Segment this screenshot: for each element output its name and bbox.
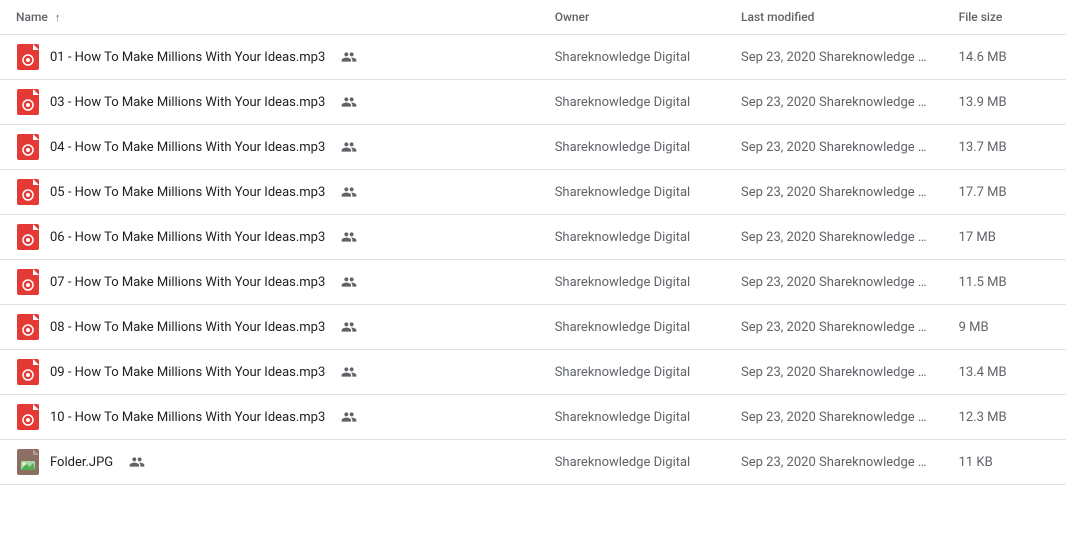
mp3-file-icon — [16, 225, 40, 249]
owner-cell: Shareknowledge Digital — [539, 305, 725, 350]
owner-column-label: Owner — [555, 10, 590, 24]
file-name-text: 06 - How To Make Millions With Your Idea… — [50, 230, 325, 245]
shared-icon — [341, 184, 357, 200]
file-name-text: Folder.JPG — [50, 455, 113, 470]
owner-cell: Shareknowledge Digital — [539, 260, 725, 305]
name-cell: 08 - How To Make Millions With Your Idea… — [0, 305, 539, 350]
table-header-row: Name ↑ Owner Last modified File size — [0, 0, 1066, 35]
name-cell: 06 - How To Make Millions With Your Idea… — [0, 215, 539, 260]
name-column-label: Name — [16, 10, 48, 24]
file-name-text: 09 - How To Make Millions With Your Idea… — [50, 365, 325, 380]
modified-cell: Sep 23, 2020 Shareknowledge … — [725, 395, 943, 440]
file-name-text: 07 - How To Make Millions With Your Idea… — [50, 275, 325, 290]
name-cell: 04 - How To Make Millions With Your Idea… — [0, 125, 539, 170]
name-cell: 10 - How To Make Millions With Your Idea… — [0, 395, 539, 440]
modified-cell: Sep 23, 2020 Shareknowledge … — [725, 80, 943, 125]
size-cell: 11 KB — [943, 440, 1066, 485]
size-cell: 9 MB — [943, 305, 1066, 350]
modified-cell: Sep 23, 2020 Shareknowledge … — [725, 440, 943, 485]
table-row[interactable]: 08 - How To Make Millions With Your Idea… — [0, 305, 1066, 350]
name-cell: 09 - How To Make Millions With Your Idea… — [0, 350, 539, 395]
file-table-body: 01 - How To Make Millions With Your Idea… — [0, 35, 1066, 485]
table-row[interactable]: 01 - How To Make Millions With Your Idea… — [0, 35, 1066, 80]
name-cell: 07 - How To Make Millions With Your Idea… — [0, 260, 539, 305]
shared-icon — [341, 274, 357, 290]
table-row[interactable]: Folder.JPG Shareknowledge DigitalSep 23, … — [0, 440, 1066, 485]
name-column-header[interactable]: Name ↑ — [0, 0, 539, 35]
name-cell: 03 - How To Make Millions With Your Idea… — [0, 80, 539, 125]
modified-column-header[interactable]: Last modified — [725, 0, 943, 35]
table-row[interactable]: 10 - How To Make Millions With Your Idea… — [0, 395, 1066, 440]
size-cell: 17 MB — [943, 215, 1066, 260]
mp3-file-icon — [16, 180, 40, 204]
file-name-text: 05 - How To Make Millions With Your Idea… — [50, 185, 325, 200]
file-list-container: Name ↑ Owner Last modified File size — [0, 0, 1066, 559]
table-row[interactable]: 04 - How To Make Millions With Your Idea… — [0, 125, 1066, 170]
owner-cell: Shareknowledge Digital — [539, 350, 725, 395]
owner-cell: Shareknowledge Digital — [539, 80, 725, 125]
modified-cell: Sep 23, 2020 Shareknowledge … — [725, 350, 943, 395]
table-row[interactable]: 07 - How To Make Millions With Your Idea… — [0, 260, 1066, 305]
jpg-file-icon — [16, 450, 40, 474]
mp3-file-icon — [16, 360, 40, 384]
owner-cell: Shareknowledge Digital — [539, 170, 725, 215]
table-row[interactable]: 06 - How To Make Millions With Your Idea… — [0, 215, 1066, 260]
size-cell: 13.4 MB — [943, 350, 1066, 395]
shared-icon — [341, 139, 357, 155]
modified-cell: Sep 23, 2020 Shareknowledge … — [725, 125, 943, 170]
size-cell: 13.7 MB — [943, 125, 1066, 170]
sort-ascending-icon: ↑ — [55, 11, 61, 24]
mp3-file-icon — [16, 315, 40, 339]
file-name-text: 01 - How To Make Millions With Your Idea… — [50, 50, 325, 65]
file-name-text: 08 - How To Make Millions With Your Idea… — [50, 320, 325, 335]
owner-cell: Shareknowledge Digital — [539, 215, 725, 260]
file-name-text: 10 - How To Make Millions With Your Idea… — [50, 410, 325, 425]
table-row[interactable]: 09 - How To Make Millions With Your Idea… — [0, 350, 1066, 395]
file-name-text: 03 - How To Make Millions With Your Idea… — [50, 95, 325, 110]
owner-cell: Shareknowledge Digital — [539, 395, 725, 440]
modified-cell: Sep 23, 2020 Shareknowledge … — [725, 215, 943, 260]
mp3-file-icon — [16, 405, 40, 429]
mp3-file-icon — [16, 270, 40, 294]
shared-icon — [341, 409, 357, 425]
modified-cell: Sep 23, 2020 Shareknowledge … — [725, 35, 943, 80]
name-cell: 05 - How To Make Millions With Your Idea… — [0, 170, 539, 215]
modified-cell: Sep 23, 2020 Shareknowledge … — [725, 170, 943, 215]
name-cell: Folder.JPG — [0, 440, 539, 485]
shared-icon — [341, 94, 357, 110]
mp3-file-icon — [16, 135, 40, 159]
size-column-header[interactable]: File size — [943, 0, 1066, 35]
table-row[interactable]: 05 - How To Make Millions With Your Idea… — [0, 170, 1066, 215]
size-cell: 14.6 MB — [943, 35, 1066, 80]
size-cell: 12.3 MB — [943, 395, 1066, 440]
shared-icon — [129, 454, 145, 470]
shared-icon — [341, 319, 357, 335]
modified-cell: Sep 23, 2020 Shareknowledge … — [725, 260, 943, 305]
size-cell: 17.7 MB — [943, 170, 1066, 215]
name-cell: 01 - How To Make Millions With Your Idea… — [0, 35, 539, 80]
table-row[interactable]: 03 - How To Make Millions With Your Idea… — [0, 80, 1066, 125]
owner-cell: Shareknowledge Digital — [539, 125, 725, 170]
modified-column-label: Last modified — [741, 10, 814, 24]
size-cell: 13.9 MB — [943, 80, 1066, 125]
mp3-file-icon — [16, 45, 40, 69]
modified-cell: Sep 23, 2020 Shareknowledge … — [725, 305, 943, 350]
owner-cell: Shareknowledge Digital — [539, 440, 725, 485]
file-table: Name ↑ Owner Last modified File size — [0, 0, 1066, 485]
size-column-label: File size — [959, 10, 1003, 24]
owner-cell: Shareknowledge Digital — [539, 35, 725, 80]
size-cell: 11.5 MB — [943, 260, 1066, 305]
mp3-file-icon — [16, 90, 40, 114]
shared-icon — [341, 49, 357, 65]
file-name-text: 04 - How To Make Millions With Your Idea… — [50, 140, 325, 155]
shared-icon — [341, 364, 357, 380]
owner-column-header[interactable]: Owner — [539, 0, 725, 35]
shared-icon — [341, 229, 357, 245]
